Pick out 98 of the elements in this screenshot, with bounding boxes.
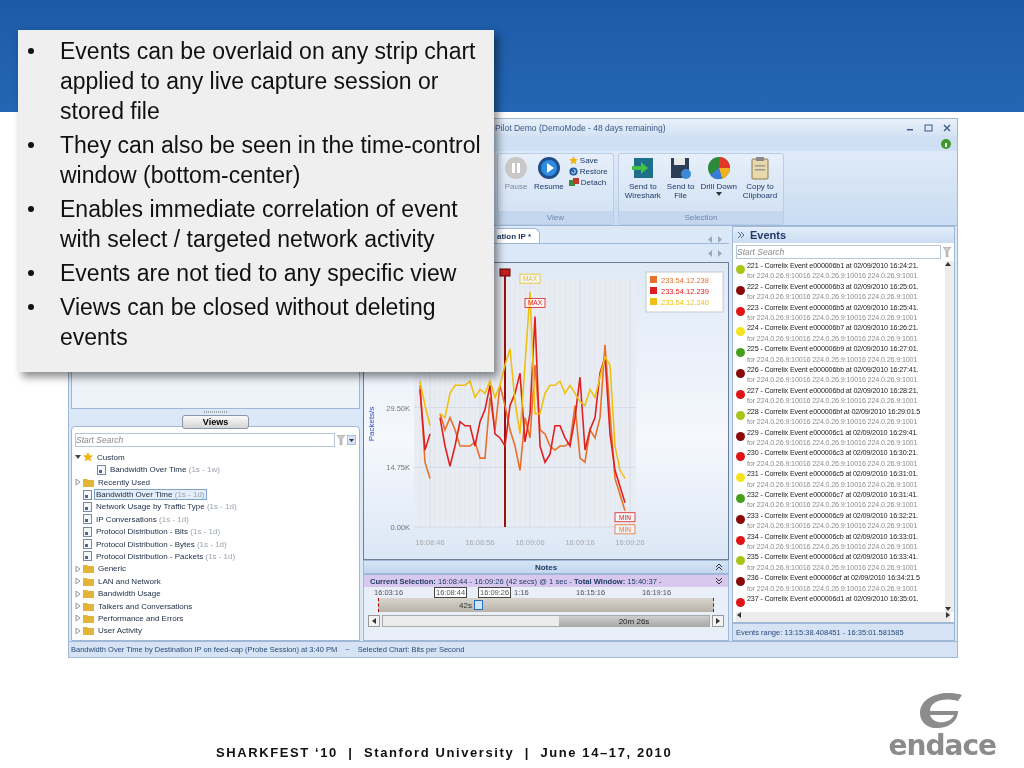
- tree-item[interactable]: Bandwidth Over Time (1s - 1w): [108, 464, 222, 476]
- folder-icon: [83, 564, 94, 574]
- bullet-icon: [28, 48, 34, 54]
- folder-icon: [83, 477, 94, 487]
- bullet-text: They can also be seen in the time-control window (bottom-center): [60, 131, 482, 190]
- tree-item[interactable]: Performance and Errors: [96, 612, 186, 624]
- notes-bar[interactable]: Notes: [363, 560, 729, 574]
- ribbon-button[interactable]: Copy to Clipboard: [741, 156, 779, 200]
- footer-text: SHARKFEST ‘10 | Stanford University | June 14–17, 2010: [216, 745, 673, 760]
- notes-label: Notes: [534, 562, 558, 572]
- document-icon: [83, 539, 92, 550]
- collapse-icon[interactable]: [716, 578, 722, 584]
- views-button[interactable]: Views: [181, 415, 250, 430]
- pie-globe-icon: [706, 156, 731, 180]
- dropdown-icon[interactable]: [347, 435, 356, 446]
- tree-item[interactable]: Generic: [96, 563, 128, 575]
- right-arrow-icon[interactable]: [945, 612, 951, 618]
- legend-swatch: [650, 287, 657, 294]
- caret-icon[interactable]: [715, 191, 722, 197]
- expand-arrow-icon[interactable]: [75, 590, 81, 597]
- document-icon: [83, 489, 92, 500]
- clipboard-icon: [748, 156, 772, 180]
- left-arrow-icon[interactable]: [736, 612, 742, 618]
- vertical-scrollbar[interactable]: [945, 261, 954, 612]
- tree-item[interactable]: Bandwidth Over Time (1s - 1d): [94, 489, 207, 500]
- play-icon: [536, 156, 561, 180]
- tree-item[interactable]: Recently Used: [96, 476, 153, 488]
- document-icon: [83, 514, 92, 525]
- chart-tab[interactable]: ation IP *: [497, 228, 541, 243]
- bullet-icon: [28, 304, 34, 310]
- folder-icon: [83, 613, 94, 623]
- folder-icon: [83, 576, 94, 586]
- tree-item[interactable]: Protocol Distribution - Bytes (1s - 1d): [94, 538, 229, 550]
- ribbon-button[interactable]: Send to Wireshark: [623, 156, 662, 200]
- tree-item[interactable]: Protocol Distribution - Bits (1s - 1d): [94, 526, 223, 538]
- group-label: Selection: [618, 211, 784, 224]
- star-icon: [83, 452, 93, 463]
- axis-title: Packets/s: [367, 406, 376, 442]
- document-icon: [97, 464, 106, 475]
- bullet-text: Enables immediate correlation of event with select / targeted network activity: [60, 195, 459, 254]
- legend-swatch: [650, 276, 657, 283]
- expand-arrow-icon[interactable]: [75, 627, 81, 634]
- search-field[interactable]: Start Search: [736, 245, 941, 259]
- bullet-text: Events can be overlaid on any strip chart applied to any live capture session or stored file: [60, 37, 477, 126]
- window-title: Pilot Demo (DemoMode - 48 days remaining): [495, 122, 666, 133]
- ribbon-button[interactable]: Resume: [533, 156, 565, 191]
- expand-icon[interactable]: [738, 232, 744, 238]
- legend-swatch: [650, 298, 657, 305]
- document-icon: [83, 551, 92, 562]
- floppy-disk-icon: [668, 156, 693, 180]
- horizontal-scrollbar[interactable]: [736, 612, 951, 622]
- group-label: View: [498, 211, 613, 224]
- tree-item[interactable]: Network Usage by Traffic Type (1s - 1d): [94, 501, 239, 513]
- tree-item[interactable]: Bandwidth Usage: [96, 588, 163, 600]
- bullet-icon: [28, 206, 34, 212]
- tree-item[interactable]: Protocol Distribution - Packets (1s - 1d): [94, 550, 238, 562]
- selection-length: 42s: [459, 600, 472, 610]
- bullet-icon: [28, 270, 34, 276]
- ribbon-button[interactable]: Restore: [568, 167, 608, 176]
- expand-arrow-icon[interactable]: [75, 479, 81, 486]
- help-icon[interactable]: [941, 138, 951, 149]
- logo-text: endace: [888, 729, 996, 762]
- tree-item[interactable]: Custom: [95, 451, 127, 463]
- ribbon-button[interactable]: Send to File: [665, 156, 696, 200]
- up-arrow-icon[interactable]: [945, 261, 951, 267]
- panel-title: Events: [750, 229, 787, 241]
- search-field[interactable]: Start Search: [75, 433, 335, 448]
- collapse-icon[interactable]: [716, 564, 722, 570]
- down-arrow-icon[interactable]: [945, 606, 951, 612]
- expand-arrow-icon[interactable]: [75, 603, 81, 609]
- folder-icon: [83, 626, 94, 636]
- tree-item[interactable]: IP Conversations (1s - 1d): [94, 513, 191, 525]
- star-icon: [568, 156, 578, 165]
- scroll-thumb[interactable]: 20m 26s: [559, 616, 709, 626]
- bullet-icon: [28, 142, 34, 148]
- ribbon-button[interactable]: Detach: [568, 178, 608, 187]
- tree-item[interactable]: LAN and Network: [96, 575, 163, 587]
- ribbon-button[interactable]: Drill Down: [699, 156, 738, 197]
- restore-icon: [568, 167, 578, 176]
- window-controls-icon[interactable]: [907, 123, 951, 132]
- detach-icon: [568, 178, 579, 187]
- ribbon-button[interactable]: Save: [568, 156, 608, 165]
- pause-icon: [504, 156, 528, 180]
- expand-arrow-icon[interactable]: [75, 615, 81, 622]
- tree-item[interactable]: Talkers and Conversations: [96, 600, 195, 612]
- folder-icon: [83, 601, 94, 611]
- bullet-text: Events are not tied to any specific view: [60, 259, 457, 288]
- folder-icon: [83, 589, 94, 599]
- selection-handle[interactable]: [473, 600, 483, 610]
- bullet-text: Views can be closed without deleting events: [60, 293, 437, 352]
- filter-icon[interactable]: [943, 247, 951, 257]
- document-icon: [83, 501, 92, 512]
- splitter-grip-icon[interactable]: [203, 411, 228, 414]
- expand-arrow-icon[interactable]: [75, 565, 81, 572]
- collapse-arrow-icon[interactable]: [75, 454, 81, 461]
- document-icon: [83, 526, 92, 537]
- expand-arrow-icon[interactable]: [75, 578, 81, 585]
- tree-item[interactable]: User Activity: [96, 625, 144, 637]
